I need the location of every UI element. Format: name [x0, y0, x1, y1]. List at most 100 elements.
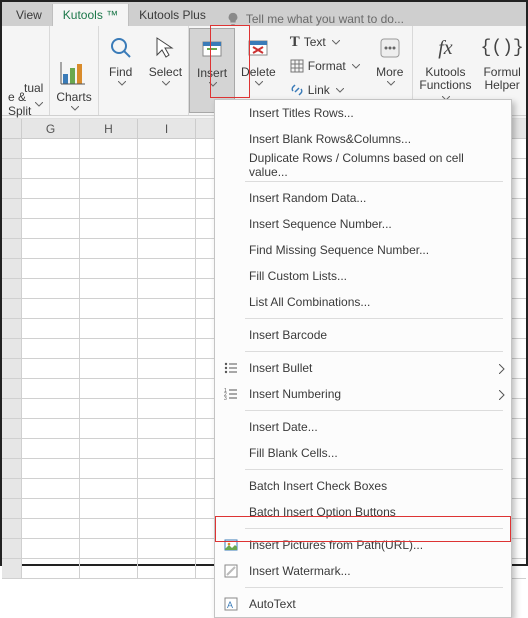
- cell[interactable]: [22, 279, 80, 299]
- row-header[interactable]: [2, 479, 22, 499]
- row-header[interactable]: [2, 459, 22, 479]
- row-header[interactable]: [2, 239, 22, 259]
- cell[interactable]: [22, 439, 80, 459]
- menu-item-batch-insert-option-buttons[interactable]: Batch Insert Option Buttons: [215, 499, 511, 525]
- col-header-g[interactable]: G: [22, 119, 80, 139]
- row-header[interactable]: [2, 259, 22, 279]
- cell[interactable]: [138, 179, 196, 199]
- cell[interactable]: [80, 499, 138, 519]
- select-button[interactable]: Select: [143, 28, 188, 113]
- cell[interactable]: [138, 539, 196, 559]
- row-header[interactable]: [2, 519, 22, 539]
- row-header[interactable]: [2, 439, 22, 459]
- menu-item-fill-custom-lists[interactable]: Fill Custom Lists...: [215, 263, 511, 289]
- cell[interactable]: [22, 139, 80, 159]
- cell[interactable]: [22, 199, 80, 219]
- row-header[interactable]: [2, 499, 22, 519]
- cell[interactable]: [22, 339, 80, 359]
- cell[interactable]: [80, 479, 138, 499]
- cell[interactable]: [80, 439, 138, 459]
- row-header[interactable]: [2, 539, 22, 559]
- cell[interactable]: [138, 499, 196, 519]
- cell[interactable]: [138, 519, 196, 539]
- cell[interactable]: [22, 499, 80, 519]
- row-header[interactable]: [2, 279, 22, 299]
- cell[interactable]: [80, 139, 138, 159]
- link-menu[interactable]: Link: [286, 80, 364, 100]
- charts-button[interactable]: Charts: [50, 53, 97, 113]
- cell[interactable]: [80, 339, 138, 359]
- cell[interactable]: [138, 139, 196, 159]
- text-menu[interactable]: T Text: [286, 32, 364, 52]
- col-header-i[interactable]: I: [138, 119, 196, 139]
- row-header[interactable]: [2, 179, 22, 199]
- menu-item-insert-watermark[interactable]: Insert Watermark...: [215, 558, 511, 584]
- find-button[interactable]: Find: [99, 28, 143, 113]
- row-header[interactable]: [2, 139, 22, 159]
- menu-item-insert-barcode[interactable]: Insert Barcode: [215, 322, 511, 348]
- menu-item-insert-pictures-from-path-url[interactable]: Insert Pictures from Path(URL)...: [215, 532, 511, 558]
- menu-item-list-all-combinations[interactable]: List All Combinations...: [215, 289, 511, 315]
- cell[interactable]: [22, 519, 80, 539]
- cell[interactable]: [22, 559, 80, 579]
- menu-item-autotext[interactable]: AAutoText: [215, 591, 511, 617]
- cell[interactable]: [22, 379, 80, 399]
- cell[interactable]: [80, 399, 138, 419]
- tab-kutools[interactable]: Kutools ™: [52, 4, 129, 26]
- menu-item-insert-titles-rows[interactable]: Insert Titles Rows...: [215, 100, 511, 126]
- cell[interactable]: [22, 299, 80, 319]
- cell[interactable]: [138, 479, 196, 499]
- row-header[interactable]: [2, 319, 22, 339]
- cell[interactable]: [80, 179, 138, 199]
- cell[interactable]: [138, 339, 196, 359]
- row-header[interactable]: [2, 199, 22, 219]
- row-header[interactable]: [2, 419, 22, 439]
- tab-view[interactable]: View: [6, 4, 52, 26]
- menu-item-insert-numbering[interactable]: 123Insert Numbering: [215, 381, 511, 407]
- cell[interactable]: [80, 519, 138, 539]
- cell[interactable]: [80, 279, 138, 299]
- menu-item-fill-blank-cells[interactable]: Fill Blank Cells...: [215, 440, 511, 466]
- cell[interactable]: [80, 219, 138, 239]
- cell[interactable]: [80, 159, 138, 179]
- col-header-h[interactable]: H: [80, 119, 138, 139]
- menu-item-find-missing-sequence-number[interactable]: Find Missing Sequence Number...: [215, 237, 511, 263]
- cell[interactable]: [138, 299, 196, 319]
- menu-item-duplicate-rows-columns-based-on-cell-value[interactable]: Duplicate Rows / Columns based on cell v…: [215, 152, 511, 178]
- cell[interactable]: [138, 259, 196, 279]
- cell[interactable]: [138, 359, 196, 379]
- cell[interactable]: [22, 179, 80, 199]
- cell[interactable]: [22, 319, 80, 339]
- cell[interactable]: [138, 439, 196, 459]
- cell[interactable]: [138, 319, 196, 339]
- cell[interactable]: [22, 399, 80, 419]
- cell[interactable]: [138, 459, 196, 479]
- row-header[interactable]: [2, 299, 22, 319]
- row-header[interactable]: [2, 339, 22, 359]
- cell[interactable]: [80, 539, 138, 559]
- menu-item-insert-date[interactable]: Insert Date...: [215, 414, 511, 440]
- cell[interactable]: [80, 459, 138, 479]
- cell[interactable]: [138, 279, 196, 299]
- cell[interactable]: [22, 539, 80, 559]
- row-header[interactable]: [2, 219, 22, 239]
- cell[interactable]: [138, 559, 196, 579]
- cell[interactable]: [80, 559, 138, 579]
- ribbon-frag-e-and-split[interactable]: e & Split: [8, 90, 31, 118]
- cell[interactable]: [138, 419, 196, 439]
- cell[interactable]: [22, 259, 80, 279]
- cell[interactable]: [138, 219, 196, 239]
- cell[interactable]: [80, 259, 138, 279]
- cell[interactable]: [80, 239, 138, 259]
- row-header[interactable]: [2, 399, 22, 419]
- row-header[interactable]: [2, 159, 22, 179]
- cell[interactable]: [138, 379, 196, 399]
- cell[interactable]: [22, 459, 80, 479]
- cell[interactable]: [138, 159, 196, 179]
- cell[interactable]: [138, 199, 196, 219]
- cell[interactable]: [80, 419, 138, 439]
- tab-kutools-plus[interactable]: Kutools Plus: [129, 4, 216, 26]
- row-header[interactable]: [2, 559, 22, 579]
- cell[interactable]: [80, 359, 138, 379]
- cell[interactable]: [80, 299, 138, 319]
